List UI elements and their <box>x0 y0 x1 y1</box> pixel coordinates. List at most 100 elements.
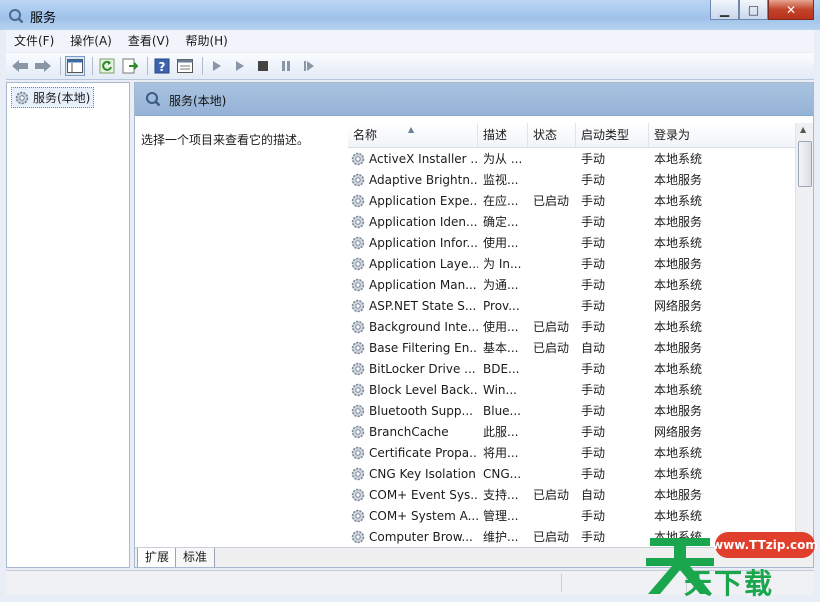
refresh-button[interactable] <box>97 56 117 76</box>
service-startup-type: 自动 <box>581 341 606 355</box>
service-gear-icon <box>351 320 365 333</box>
menu-file[interactable]: 文件(F) <box>6 30 62 52</box>
table-row[interactable]: COM+ Event Sys... 支持... 已启动 自动 本地服务 <box>348 484 796 505</box>
help-icon: ? <box>154 58 170 74</box>
table-row[interactable]: CNG Key Isolation CNG... 手动 本地系统 <box>348 463 796 484</box>
table-row[interactable]: BranchCache 此服... 手动 网络服务 <box>348 421 796 442</box>
minimize-button[interactable]: ▁ <box>710 0 739 20</box>
scroll-up-icon[interactable]: ▲ <box>800 125 806 134</box>
service-name-cell: COM+ System A... <box>348 508 478 524</box>
menu-bar: 文件(F) 操作(A) 查看(V) 帮助(H) <box>6 30 814 52</box>
table-row[interactable]: ASP.NET State S... Prov... 手动 网络服务 <box>348 295 796 316</box>
tree-item-services-local[interactable]: 服务(本地) <box>11 87 95 108</box>
forward-button[interactable] <box>33 56 53 76</box>
service-name-cell: ActiveX Installer ... <box>348 151 478 167</box>
play-icon <box>213 61 221 71</box>
service-description: 使用... <box>483 320 519 334</box>
toolbar-separator <box>147 57 148 75</box>
service-description: 管理... <box>483 509 519 523</box>
column-header-log-on-as[interactable]: 登录为 <box>649 123 796 147</box>
service-name: Adaptive Brightn... <box>369 172 478 187</box>
table-row[interactable]: Base Filtering En... 基本... 已启动 自动 本地服务 <box>348 337 796 358</box>
stop-service-button[interactable] <box>253 56 273 76</box>
service-name-cell: Computer Brow... <box>348 529 478 545</box>
service-name: ASP.NET State S... <box>369 298 477 313</box>
table-row[interactable]: ActiveX Installer ... 为从 ... 手动 本地系统 <box>348 148 796 169</box>
service-name-cell: Application Man... <box>348 277 478 293</box>
console-tree: 服务(本地) <box>6 82 130 568</box>
column-header-name[interactable]: ▲ 名称 <box>348 123 478 147</box>
service-name: Application Iden... <box>369 214 478 229</box>
restart-service-button[interactable] <box>299 56 319 76</box>
service-startup-type: 手动 <box>581 530 606 544</box>
status-divider <box>561 574 562 592</box>
service-name: ActiveX Installer ... <box>369 151 478 166</box>
service-startup-type: 手动 <box>581 173 606 187</box>
tab-extended-label: 扩展 <box>145 550 170 564</box>
service-startup-type: 手动 <box>581 467 606 481</box>
service-name: COM+ Event Sys... <box>369 487 478 502</box>
pause-service-button[interactable] <box>276 56 296 76</box>
service-name: COM+ System A... <box>369 508 478 523</box>
show-hide-console-tree-button[interactable] <box>65 56 85 76</box>
service-gear-icon <box>351 152 365 165</box>
back-button[interactable] <box>10 56 30 76</box>
tab-extended[interactable]: 扩展 <box>137 548 178 567</box>
service-log-on-as: 本地系统 <box>654 362 703 376</box>
service-gear-icon <box>351 278 365 291</box>
service-gear-icon <box>351 257 365 270</box>
table-row[interactable]: Application Expe... 在应... 已启动 手动 本地系统 <box>348 190 796 211</box>
service-log-on-as: 网络服务 <box>654 425 703 439</box>
menu-action[interactable]: 操作(A) <box>62 30 120 52</box>
service-description: Blue... <box>483 403 521 418</box>
service-name: Application Infor... <box>369 235 478 250</box>
service-log-on-as: 本地系统 <box>654 509 703 523</box>
column-header-startup-type[interactable]: 启动类型 <box>576 123 649 147</box>
service-startup-type: 手动 <box>581 383 606 397</box>
table-row[interactable]: BitLocker Drive ... BDE... 手动 本地系统 <box>348 358 796 379</box>
table-row[interactable]: Adaptive Brightn... 监视... 手动 本地服务 <box>348 169 796 190</box>
start-service-button[interactable] <box>207 56 227 76</box>
service-name: CNG Key Isolation <box>369 466 476 481</box>
service-description: Prov... <box>483 298 520 313</box>
service-name-cell: Base Filtering En... <box>348 340 478 356</box>
menu-help[interactable]: 帮助(H) <box>177 30 235 52</box>
service-gear-icon <box>351 215 365 228</box>
maximize-button[interactable]: □ <box>739 0 768 20</box>
column-header-name-label: 名称 <box>353 128 378 142</box>
help-button[interactable]: ? <box>152 56 172 76</box>
table-row[interactable]: Application Infor... 使用... 手动 本地系统 <box>348 232 796 253</box>
table-row[interactable]: Block Level Back... Win... 手动 本地系统 <box>348 379 796 400</box>
forward-arrow-icon <box>35 60 51 72</box>
services-list: ▲ 名称 描述 状态 启动类型 登录为 ActiveX Installer ..… <box>348 123 813 546</box>
table-row[interactable]: Application Iden... 确定... 手动 本地服务 <box>348 211 796 232</box>
service-log-on-as: 本地服务 <box>654 404 703 418</box>
close-button[interactable]: ✕ <box>768 0 814 20</box>
export-list-button[interactable] <box>120 56 140 76</box>
service-name: Bluetooth Supp... <box>369 403 473 418</box>
service-status: 已启动 <box>533 488 570 502</box>
service-startup-type: 手动 <box>581 509 606 523</box>
table-row[interactable]: Certificate Propa... 将用... 手动 本地系统 <box>348 442 796 463</box>
start-service-alt-button[interactable] <box>230 56 250 76</box>
table-row[interactable]: Application Laye... 为 In... 手动 本地服务 <box>348 253 796 274</box>
service-status: 已启动 <box>533 530 570 544</box>
service-log-on-as: 本地系统 <box>654 278 703 292</box>
table-row[interactable]: Background Inte... 使用... 已启动 手动 本地系统 <box>348 316 796 337</box>
properties-button[interactable] <box>175 56 195 76</box>
service-gear-icon <box>351 425 365 438</box>
table-row[interactable]: COM+ System A... 管理... 手动 本地系统 <box>348 505 796 526</box>
table-row[interactable]: Application Man... 为通... 手动 本地系统 <box>348 274 796 295</box>
minimize-icon: ▁ <box>719 2 730 17</box>
column-header-status[interactable]: 状态 <box>528 123 576 147</box>
tab-standard[interactable]: 标准 <box>175 548 216 567</box>
service-name-cell: Block Level Back... <box>348 382 478 398</box>
scrollbar-thumb[interactable] <box>798 141 812 187</box>
service-status: 已启动 <box>533 320 570 334</box>
table-row[interactable]: Bluetooth Supp... Blue... 手动 本地服务 <box>348 400 796 421</box>
vertical-scrollbar[interactable]: ▲ <box>795 123 813 546</box>
menu-view[interactable]: 查看(V) <box>120 30 178 52</box>
column-header-description[interactable]: 描述 <box>478 123 528 147</box>
service-description: 基本... <box>483 341 519 355</box>
service-description: 此服... <box>483 425 519 439</box>
